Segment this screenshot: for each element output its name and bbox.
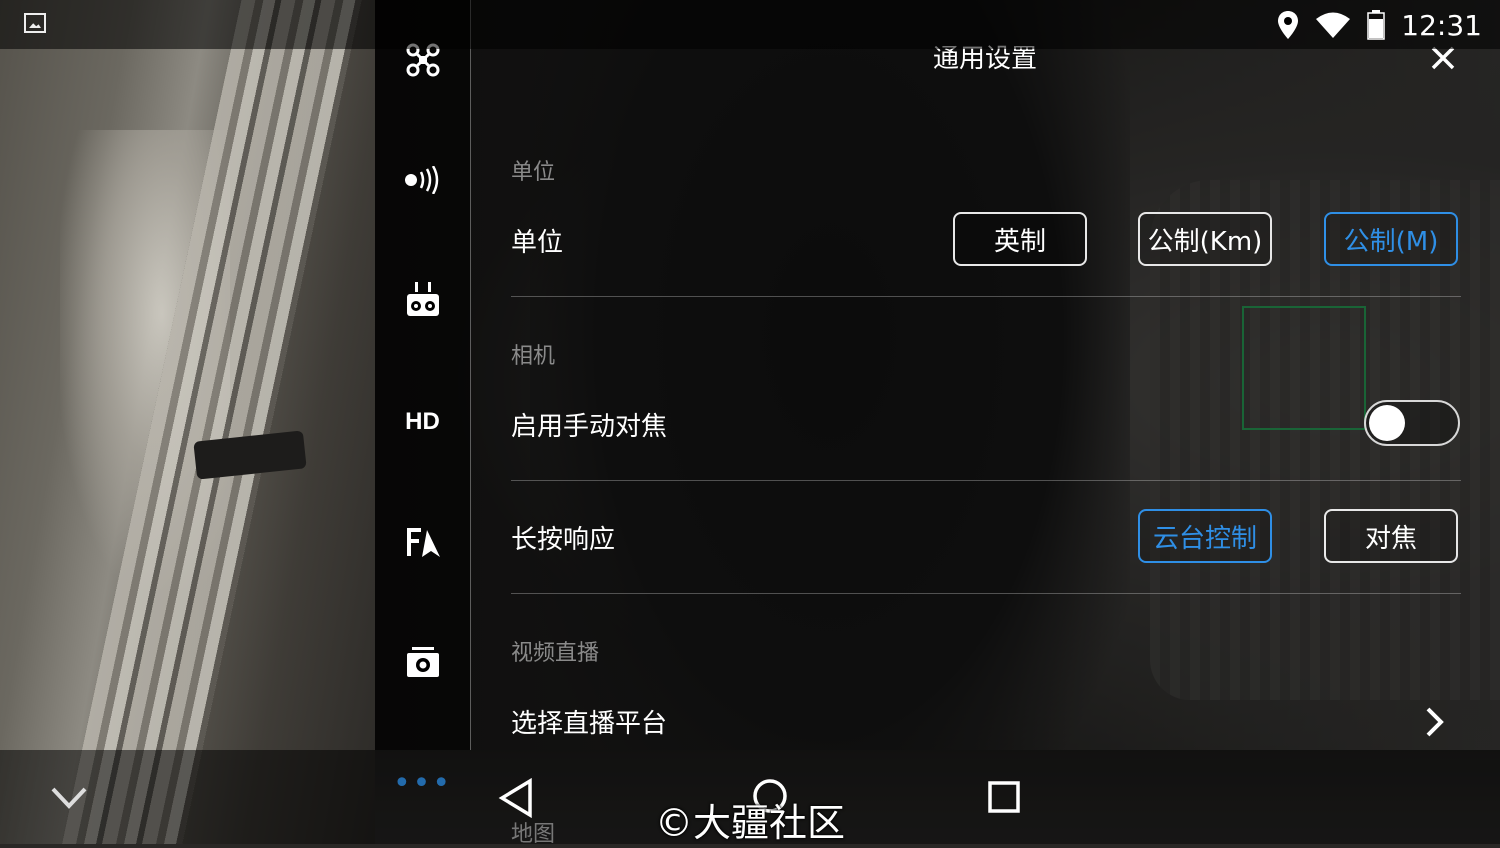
status-bar-right: 12:31 bbox=[1277, 8, 1482, 42]
watermark: ©大疆社区 bbox=[655, 801, 846, 845]
sidebar-item-hd[interactable]: HD bbox=[375, 392, 470, 452]
manual-focus-label: 启用手动对焦 bbox=[511, 412, 668, 442]
live-platform-label[interactable]: 选择直播平台 bbox=[511, 703, 667, 740]
sidebar-item-camera[interactable] bbox=[375, 632, 470, 692]
section-header-live: 视频直播 bbox=[511, 641, 600, 666]
divider bbox=[511, 296, 1461, 297]
divider bbox=[511, 480, 1461, 481]
status-time: 12:31 bbox=[1401, 8, 1482, 42]
section-header-camera: 相机 bbox=[511, 344, 556, 369]
wifi-icon bbox=[1316, 12, 1351, 38]
camera-icon bbox=[406, 647, 439, 677]
chevron-right-icon[interactable] bbox=[1423, 705, 1447, 739]
sidebar-item-visual[interactable] bbox=[375, 512, 470, 572]
chevron-down-icon[interactable] bbox=[50, 786, 88, 810]
status-bar: 12:31 bbox=[0, 0, 1500, 49]
long-press-label: 长按响应 bbox=[511, 525, 616, 555]
toggle-knob bbox=[1369, 405, 1405, 441]
settings-sidebar: HD ••• bbox=[375, 0, 471, 799]
hd-label: HD bbox=[405, 408, 440, 435]
manual-focus-toggle[interactable] bbox=[1364, 400, 1460, 446]
units-row-label: 单位 bbox=[511, 228, 564, 258]
back-icon[interactable] bbox=[498, 778, 534, 818]
unit-option-imperial[interactable]: 英制 bbox=[953, 212, 1087, 266]
recents-icon[interactable] bbox=[987, 780, 1021, 814]
sidebar-item-remote[interactable] bbox=[375, 270, 470, 330]
signal-icon bbox=[404, 166, 438, 194]
focus-frame bbox=[1242, 306, 1366, 430]
remote-controller-icon bbox=[406, 282, 439, 316]
close-icon bbox=[1431, 46, 1455, 70]
long-press-option-gimbal[interactable]: 云台控制 bbox=[1138, 509, 1272, 563]
unit-option-metric-km[interactable]: 公制(Km) bbox=[1138, 212, 1272, 266]
gallery-icon bbox=[24, 13, 46, 33]
section-header-units: 单位 bbox=[511, 160, 556, 185]
map-label: 地图 bbox=[511, 822, 556, 847]
long-press-option-focus[interactable]: 对焦 bbox=[1324, 509, 1458, 563]
location-icon bbox=[1278, 11, 1299, 39]
divider bbox=[511, 593, 1461, 594]
sidebar-item-signal[interactable] bbox=[375, 150, 470, 210]
battery-icon bbox=[1367, 10, 1386, 40]
visual-icon bbox=[406, 528, 440, 557]
unit-option-metric-m[interactable]: 公制(M) bbox=[1324, 212, 1458, 266]
